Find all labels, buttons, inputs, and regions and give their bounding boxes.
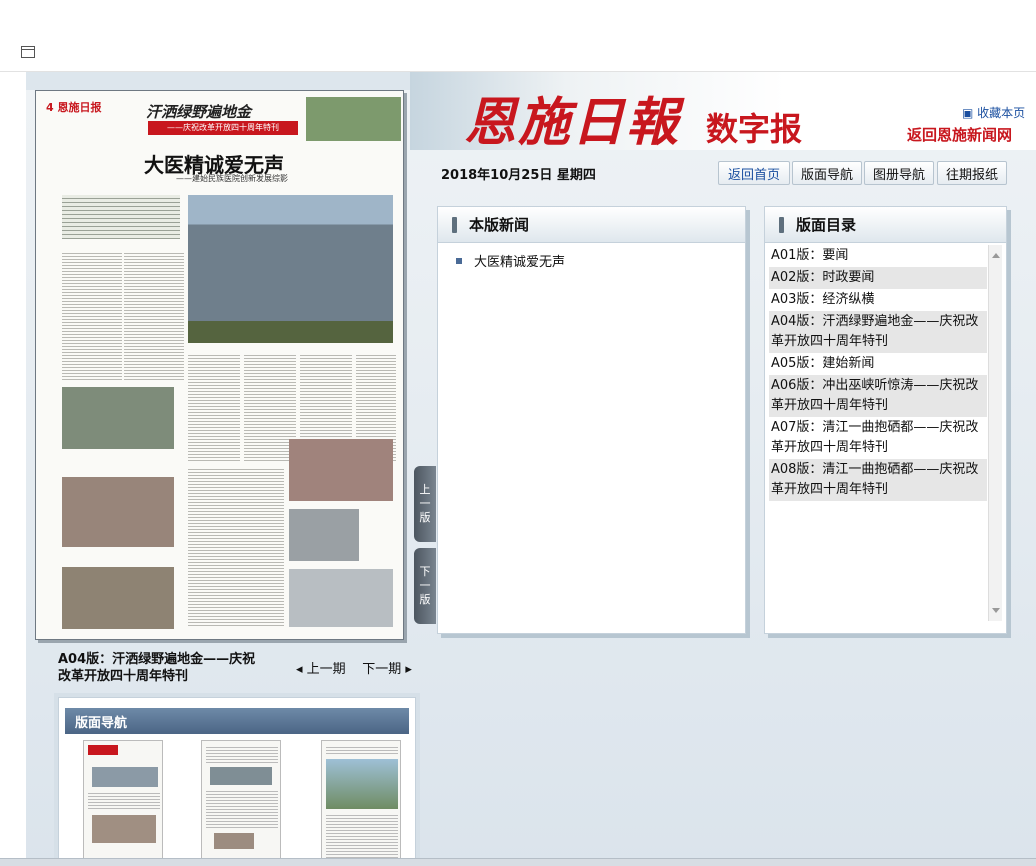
newspaper-logo[interactable]: 恩施日報 bbox=[464, 80, 680, 155]
news-item-title[interactable]: 大医精诚爱无声 bbox=[474, 251, 565, 270]
directory-item[interactable]: A02版：时政要闻 bbox=[769, 267, 987, 289]
browser-toolbar bbox=[0, 0, 1036, 72]
text-column bbox=[62, 251, 122, 381]
article-photo[interactable] bbox=[62, 567, 174, 629]
issue-date: 2018年10月25日 星期四 bbox=[441, 168, 596, 183]
panel-title: 版面导航 bbox=[65, 708, 409, 734]
panel-header: 版面目录 bbox=[765, 207, 1006, 243]
text-column bbox=[188, 353, 240, 463]
scroll-down-icon[interactable] bbox=[992, 608, 1000, 613]
favorite-link[interactable]: ▣ 收藏本页 bbox=[962, 104, 1025, 121]
article-deck bbox=[62, 195, 180, 239]
layout-nav-panel: 版面导航 bbox=[58, 697, 416, 866]
page-news-panel: 本版新闻 大医精诚爱无声 bbox=[437, 206, 746, 634]
digital-edition-label: 数字报 bbox=[706, 110, 803, 148]
section-bar-icon bbox=[779, 216, 784, 233]
next-issue-link[interactable]: 下一期 bbox=[362, 662, 401, 677]
directory-list: A01版：要闻 A02版：时政要闻 A03版：经济纵横 A04版：汗洒绿野遍地金… bbox=[769, 245, 987, 621]
past-issues-button[interactable]: 往期报纸 bbox=[937, 161, 1007, 185]
news-item[interactable]: 大医精诚爱无声 bbox=[456, 251, 745, 270]
panel-title: 本版新闻 bbox=[469, 216, 530, 234]
directory-item[interactable]: A06版：冲出巫峡听惊涛——庆祝改革开放四十周年特刊 bbox=[769, 375, 987, 417]
text-column bbox=[188, 467, 284, 627]
article-photo[interactable] bbox=[289, 509, 359, 561]
section-bar-icon bbox=[452, 216, 457, 233]
directory-item[interactable]: A05版：建始新闻 bbox=[769, 353, 987, 375]
taskbar bbox=[0, 858, 1036, 866]
panel-title: 版面目录 bbox=[796, 216, 857, 234]
scroll-up-icon[interactable] bbox=[992, 253, 1000, 258]
page-banner: 汗洒绿野遍地金 bbox=[146, 103, 252, 121]
article-photo[interactable] bbox=[289, 439, 393, 501]
bullet-icon bbox=[456, 257, 462, 264]
directory-item[interactable]: A03版：经济纵横 bbox=[769, 289, 987, 311]
directory-item[interactable]: A01版：要闻 bbox=[769, 245, 987, 267]
layout-nav-button[interactable]: 版面导航 bbox=[792, 161, 862, 185]
panel-header: 本版新闻 bbox=[438, 207, 745, 243]
directory-scrollbar[interactable] bbox=[988, 245, 1002, 621]
flip-label: 一 bbox=[419, 497, 431, 510]
flip-label: 版 bbox=[419, 511, 431, 524]
next-arrow-icon[interactable]: ▸ bbox=[405, 662, 412, 677]
bookmark-icon: ▣ bbox=[962, 106, 978, 120]
hospital-photo[interactable] bbox=[188, 195, 393, 343]
page-thumbnail[interactable] bbox=[83, 740, 163, 865]
page-paper-name: 恩施日报 bbox=[57, 101, 102, 114]
home-button[interactable]: 返回首页 bbox=[718, 161, 790, 185]
flip-label: 下 bbox=[419, 565, 431, 578]
banner-photo bbox=[306, 97, 401, 141]
directory-item[interactable]: A07版：清江一曲抱硒都——庆祝改革开放四十周年特刊 bbox=[769, 417, 987, 459]
prev-issue-link[interactable]: 上一期 bbox=[307, 662, 346, 677]
next-page-button[interactable]: 下 一 版 bbox=[414, 548, 436, 624]
page-thumbnail[interactable] bbox=[201, 740, 281, 865]
directory-item[interactable]: A08版：清江一曲抱硒都——庆祝改革开放四十周年特刊 bbox=[769, 459, 987, 501]
directory-item[interactable]: A04版：汗洒绿野遍地金——庆祝改革开放四十周年特刊 bbox=[769, 311, 987, 353]
page-directory-panel: 版面目录 A01版：要闻 A02版：时政要闻 A03版：经济纵横 A04版：汗洒… bbox=[764, 206, 1007, 634]
page-thumbnail[interactable] bbox=[321, 740, 401, 865]
back-to-news-link[interactable]: 返回恩施新闻网 bbox=[907, 124, 1012, 145]
favorite-label: 收藏本页 bbox=[977, 106, 1026, 120]
prev-arrow-icon[interactable]: ◂ bbox=[296, 662, 303, 677]
window-icon[interactable] bbox=[21, 46, 35, 58]
flip-label: 版 bbox=[419, 593, 431, 606]
text-column bbox=[124, 251, 184, 381]
current-page-caption: A04版：汗洒绿野遍地金——庆祝改革开放四十周年特刊 bbox=[58, 652, 256, 684]
article-photo[interactable] bbox=[62, 477, 174, 547]
newspaper-page[interactable]: 4 恩施日报 汗洒绿野遍地金 ——庆祝改革开放四十周年特刊 大医精诚爱无声 ——… bbox=[35, 90, 404, 640]
prev-page-button[interactable]: 上 一 版 bbox=[414, 466, 436, 542]
album-nav-button[interactable]: 图册导航 bbox=[864, 161, 934, 185]
article-photo[interactable] bbox=[62, 387, 174, 449]
article-photo[interactable] bbox=[289, 569, 393, 627]
page-banner-subtitle: ——庆祝改革开放四十周年特刊 bbox=[148, 121, 298, 135]
issue-pager: ◂ 上一期 下一期 ▸ bbox=[296, 658, 412, 677]
flip-label: 上 bbox=[419, 483, 431, 496]
flip-label: 一 bbox=[419, 579, 431, 592]
page-number: 4 bbox=[46, 101, 54, 114]
page-subheadline: ——建始民族医院创新发展综影 bbox=[176, 174, 288, 183]
page-header: 4 恩施日报 bbox=[46, 99, 102, 115]
